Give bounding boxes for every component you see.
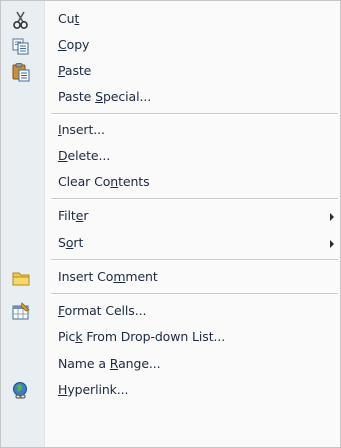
menu-item-label: Copy: [58, 37, 90, 52]
menu-item-label: Insert Comment: [58, 269, 158, 284]
menu-item-label: Paste Special...: [58, 89, 152, 104]
menu-separator: [51, 259, 338, 261]
menu-item-insert-comment[interactable]: Insert Comment: [1, 265, 340, 291]
menu-item-filter[interactable]: Filter: [1, 204, 340, 230]
hyperlink-icon: [11, 381, 31, 401]
menu-item-label: Insert...: [58, 122, 105, 137]
submenu-arrow-icon: [330, 240, 334, 248]
folder-comment-icon: [11, 268, 31, 288]
menu-item-label: Paste: [58, 63, 92, 78]
menu-separator: [51, 113, 338, 115]
menu-item-label: Sort: [58, 235, 84, 250]
menu-item-clear-contents[interactable]: Clear Contents: [1, 170, 340, 196]
menu-item-label: Cut: [58, 11, 80, 26]
context-menu: Cut Copy Paste Paste Special... Insert..…: [0, 0, 341, 448]
format-cells-icon: [11, 302, 31, 322]
menu-separator: [51, 293, 338, 295]
copy-icon: [11, 36, 31, 56]
menu-item-format-cells[interactable]: Format Cells...: [1, 299, 340, 325]
menu-item-paste-special[interactable]: Paste Special...: [1, 85, 340, 111]
menu-item-label: Format Cells...: [58, 303, 147, 318]
menu-item-paste[interactable]: Paste: [1, 59, 340, 85]
menu-item-hyperlink[interactable]: Hyperlink...: [1, 378, 340, 404]
menu-item-sort[interactable]: Sort: [1, 231, 340, 257]
scissors-icon: [11, 10, 31, 30]
menu-item-insert[interactable]: Insert...: [1, 118, 340, 144]
menu-item-label: Hyperlink...: [58, 382, 129, 397]
menu-item-delete[interactable]: Delete...: [1, 144, 340, 170]
submenu-arrow-icon: [330, 213, 334, 221]
menu-separator: [51, 198, 338, 200]
menu-item-label: Name a Range...: [58, 356, 161, 371]
menu-item-pick-from-list[interactable]: Pick From Drop-down List...: [1, 325, 340, 351]
menu-item-label: Delete...: [58, 148, 111, 163]
menu-item-copy[interactable]: Copy: [1, 33, 340, 59]
menu-item-label: Filter: [58, 208, 89, 223]
menu-item-name-range[interactable]: Name a Range...: [1, 352, 340, 378]
menu-item-label: Pick From Drop-down List...: [58, 329, 226, 344]
menu-item-label: Clear Contents: [58, 174, 150, 189]
menu-item-cut[interactable]: Cut: [1, 7, 340, 33]
paste-icon: [11, 62, 31, 82]
